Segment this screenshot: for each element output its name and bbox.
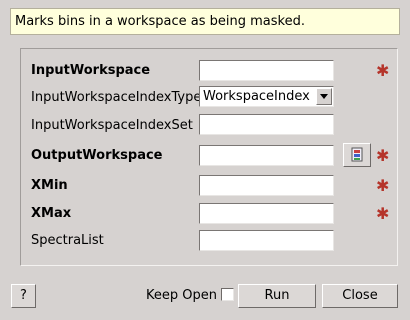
close-button[interactable]: Close: [322, 284, 398, 308]
workspace-browse-button[interactable]: [343, 143, 371, 167]
input-workspace-field[interactable]: [199, 60, 334, 81]
xmin-field[interactable]: [199, 175, 334, 196]
index-type-selected-value: WorkspaceIndex: [203, 89, 310, 104]
required-star-icon: ✱: [376, 204, 390, 223]
output-workspace-field[interactable]: [199, 145, 334, 166]
input-workspace-index-type-label: InputWorkspaceIndexType: [31, 90, 202, 105]
workspace-browse-icon: [351, 147, 363, 162]
spectra-list-field[interactable]: [199, 230, 334, 251]
keep-open-checkbox[interactable]: [221, 288, 234, 301]
required-star-icon: ✱: [376, 146, 390, 165]
required-star-icon: ✱: [376, 176, 390, 195]
xmin-label: XMin: [31, 178, 68, 193]
spectra-list-label: SpectraList: [31, 233, 104, 248]
run-button[interactable]: Run: [238, 284, 316, 308]
input-workspace-index-set-field[interactable]: [199, 114, 334, 135]
help-button[interactable]: ?: [11, 284, 36, 308]
algorithm-description: Marks bins in a workspace as being maske…: [10, 8, 400, 35]
input-workspace-label: InputWorkspace: [31, 63, 151, 78]
xmax-field[interactable]: [199, 203, 334, 224]
output-workspace-label: OutputWorkspace: [31, 148, 163, 163]
input-workspace-index-type-select[interactable]: WorkspaceIndex: [199, 86, 334, 107]
input-workspace-index-set-label: InputWorkspaceIndexSet: [31, 118, 193, 133]
chevron-down-icon[interactable]: [316, 88, 332, 105]
xmax-label: XMax: [31, 206, 72, 221]
keep-open-label: Keep Open: [146, 288, 217, 303]
required-star-icon: ✱: [376, 61, 390, 80]
